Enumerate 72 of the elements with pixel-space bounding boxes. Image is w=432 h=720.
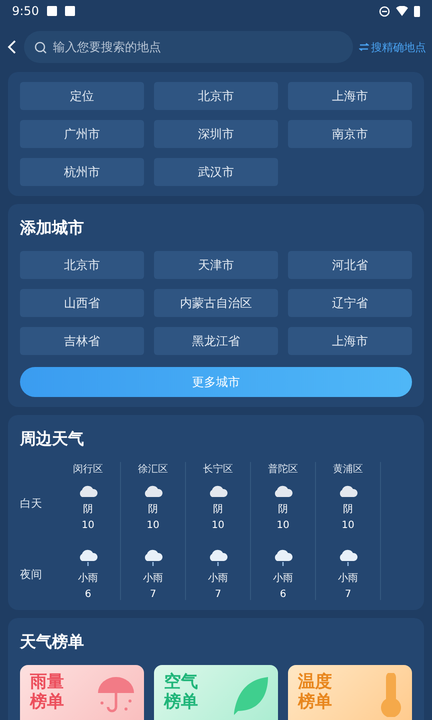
search-field[interactable]: 输入您要搜索的地点 bbox=[24, 31, 353, 63]
weather-condition: 小雨 bbox=[338, 572, 358, 585]
city-chip[interactable]: 辽宁省 bbox=[288, 289, 412, 317]
rain-cloud-icon bbox=[273, 549, 293, 567]
city-chip[interactable]: 武汉市 bbox=[154, 158, 278, 186]
row-label: 白天 bbox=[20, 496, 43, 511]
city-chip[interactable]: 杭州市 bbox=[20, 158, 144, 186]
cloud-icon bbox=[338, 484, 358, 498]
rain-cloud-icon bbox=[143, 549, 163, 567]
district-name: 徐汇区 bbox=[138, 463, 168, 476]
city-chip[interactable]: 山西省 bbox=[20, 289, 144, 317]
district-name: 长宁区 bbox=[203, 462, 233, 476]
ranking-title: 榜单 bbox=[298, 692, 332, 712]
weather-condition: 阴 bbox=[343, 503, 353, 516]
temperature: 10 bbox=[342, 520, 354, 531]
ranking-title: 雨量 bbox=[30, 673, 64, 692]
do-not-disturb-icon bbox=[379, 6, 390, 16]
city-chip[interactable]: 南京市 bbox=[288, 120, 412, 148]
city-chip[interactable]: 天津市 bbox=[154, 251, 278, 279]
cloud-icon bbox=[143, 484, 163, 498]
temperature: 7 bbox=[214, 589, 222, 600]
temperature: 10 bbox=[212, 520, 224, 531]
weather-condition: 阴 bbox=[148, 503, 158, 516]
ranking-title: 榜单 bbox=[164, 692, 198, 712]
weather-condition: 小雨 bbox=[208, 572, 228, 585]
weather-condition: 阴 bbox=[83, 503, 93, 516]
temperature: 7 bbox=[344, 589, 352, 600]
city-chip[interactable]: 上海市 bbox=[288, 327, 412, 355]
city-chip[interactable]: 河北省 bbox=[288, 251, 412, 279]
weather-condition: 阴 bbox=[213, 503, 223, 516]
city-chip[interactable]: 广州市 bbox=[20, 120, 144, 148]
city-chip[interactable]: 内蒙古自治区 bbox=[154, 289, 278, 317]
weather-condition: 小雨 bbox=[143, 572, 163, 585]
temperature: 10 bbox=[82, 520, 94, 531]
city-chip[interactable]: 吉林省 bbox=[20, 327, 144, 355]
temperature: 6 bbox=[84, 589, 92, 600]
wifi-icon bbox=[396, 6, 408, 16]
ranking-title: 空气 bbox=[164, 673, 198, 692]
district-name: 闵行区 bbox=[73, 463, 103, 476]
city-chip[interactable]: 定位 bbox=[20, 82, 144, 110]
city-chip[interactable]: 北京市 bbox=[20, 251, 144, 279]
row-label: 夜间 bbox=[20, 567, 43, 582]
rain-cloud-icon bbox=[338, 549, 358, 567]
city-chip[interactable]: 深圳市 bbox=[154, 120, 278, 148]
section-title: 周边天气 bbox=[20, 429, 85, 450]
city-chip[interactable]: 上海市 bbox=[288, 82, 412, 110]
battery-icon bbox=[414, 6, 420, 16]
precise-search-link[interactable]: 搜精确地点 bbox=[359, 40, 426, 54]
swap-icon bbox=[359, 43, 369, 51]
weather-condition: 阴 bbox=[278, 503, 288, 516]
district-name: 普陀区 bbox=[268, 462, 298, 476]
district-name: 黄浦区 bbox=[333, 462, 363, 476]
back-icon[interactable] bbox=[6, 39, 18, 55]
weather-condition: 小雨 bbox=[273, 572, 293, 585]
cloud-icon bbox=[273, 484, 293, 498]
temperature: 10 bbox=[146, 520, 160, 531]
section-title: 添加城市 bbox=[20, 218, 85, 239]
search-icon bbox=[34, 41, 47, 54]
rain-cloud-icon bbox=[78, 549, 98, 567]
section-title: 天气榜单 bbox=[20, 632, 85, 653]
weather-condition: 小雨 bbox=[78, 572, 98, 585]
ranking-title: 榜单 bbox=[30, 692, 64, 712]
city-chip[interactable]: 北京市 bbox=[154, 82, 278, 110]
city-chip[interactable]: 黑龙江省 bbox=[154, 327, 278, 355]
temperature: 6 bbox=[280, 589, 286, 600]
ranking-title: 温度 bbox=[298, 673, 332, 692]
temperature: 10 bbox=[276, 520, 290, 531]
status-time: 9:50 bbox=[12, 4, 39, 18]
rain-cloud-icon bbox=[208, 549, 228, 567]
temperature: 7 bbox=[150, 589, 156, 600]
cloud-icon bbox=[78, 484, 98, 498]
cloud-icon bbox=[208, 484, 228, 498]
